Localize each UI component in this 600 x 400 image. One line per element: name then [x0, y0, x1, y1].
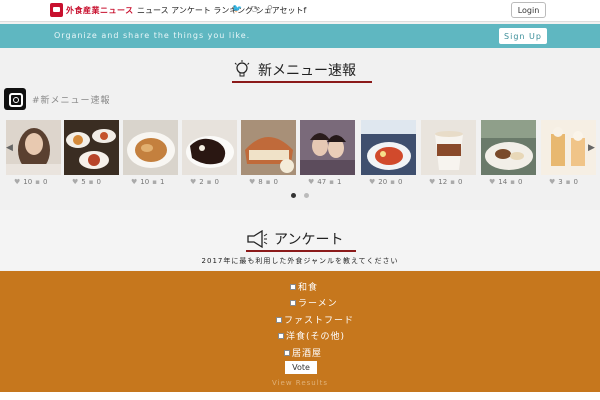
heart-icon: ♥: [549, 178, 556, 186]
signup-banner: Organize and share the things you like. …: [0, 24, 600, 48]
option-checkbox[interactable]: [284, 349, 290, 356]
post-stats: ♥ 2 ▪ 0: [190, 178, 219, 186]
comment-icon: ▪: [35, 178, 40, 186]
poll-option[interactable]: 居酒屋: [284, 346, 322, 359]
post-stats: ♥ 12 ▪ 0: [429, 178, 463, 186]
heart-icon: ♥: [14, 178, 21, 186]
instagram-icon[interactable]: [4, 88, 26, 110]
arrow-left-icon[interactable]: ◀: [6, 143, 16, 153]
post-stats: ♥ 20 ▪ 0: [369, 178, 403, 186]
rss-icon[interactable]: ◔: [251, 4, 258, 13]
carousel-dots: [291, 193, 309, 198]
option-checkbox[interactable]: [278, 332, 284, 339]
logo-text: 外食産業ニュース: [66, 5, 134, 15]
photo-7[interactable]: [361, 120, 416, 175]
comment-icon: ▪: [565, 178, 571, 186]
option-checkbox[interactable]: [276, 316, 282, 323]
survey-section-title: アンケート: [246, 229, 356, 252]
twitter-icon[interactable]: 🐦: [232, 4, 242, 13]
vote-button[interactable]: Vote: [285, 361, 317, 374]
photo-9[interactable]: [481, 120, 536, 175]
post-stats: ♥ 3 ▪ 0: [549, 178, 578, 186]
poll-option[interactable]: 洋食(その他): [278, 329, 345, 342]
hashtag-label[interactable]: #新メニュー速報: [32, 93, 111, 106]
post-stats: ♥ 10 ▪ 0: [14, 178, 48, 186]
option-checkbox[interactable]: [290, 283, 296, 290]
heart-icon: ♥: [190, 178, 197, 186]
option-checkbox[interactable]: [290, 299, 296, 306]
post-stats: ♥ 8 ▪ 0: [249, 178, 278, 186]
poll-panel: 和食 ラーメン ファストフード 洋食(その他) 居酒屋 Vote View Re…: [0, 271, 600, 392]
comment-icon: ▪: [329, 178, 334, 186]
login-button[interactable]: Login: [511, 2, 546, 18]
signup-button[interactable]: Sign Up: [499, 28, 547, 44]
search-icon[interactable]: ⚲: [267, 4, 273, 13]
site-logo[interactable]: 外食産業ニュース: [50, 3, 134, 17]
photo-6[interactable]: [300, 120, 355, 175]
carousel-dot-1[interactable]: [291, 193, 296, 198]
heart-icon: ♥: [429, 178, 436, 186]
main-nav[interactable]: ニュース アンケート ランキング シェアセットf: [137, 5, 306, 16]
post-stats: ♥ 5 ▪ 0: [72, 178, 101, 186]
bulb-icon: [234, 60, 250, 77]
arrow-right-icon[interactable]: ▶: [588, 143, 598, 153]
comment-icon: ▪: [265, 178, 271, 186]
heart-icon: ♥: [489, 178, 496, 186]
comment-icon: ▪: [88, 178, 94, 186]
comment-icon: ▪: [450, 178, 455, 186]
poll-option[interactable]: ファストフード: [276, 313, 354, 326]
instagram-header: #新メニュー速報: [4, 88, 111, 110]
poll-option[interactable]: ラーメン: [290, 296, 338, 309]
post-stats: ♥ 47 ▪ 1: [308, 178, 342, 186]
post-stats: ♥ 10 ▪ 1: [131, 178, 165, 186]
title-underline: [246, 250, 356, 252]
survey-title: アンケート: [274, 232, 344, 248]
megaphone-icon: [247, 230, 268, 248]
poll-option[interactable]: 和食: [290, 280, 318, 293]
comment-icon: ▪: [152, 178, 157, 186]
photo-2[interactable]: [64, 120, 119, 175]
nav-text[interactable]: ニュース アンケート ランキング シェアセットf: [137, 5, 306, 16]
title-underline: [232, 81, 372, 83]
view-results-link[interactable]: View Results: [0, 379, 600, 387]
heart-icon: ♥: [72, 178, 79, 186]
heart-icon: ♥: [131, 178, 138, 186]
carousel-dot-2[interactable]: [304, 193, 309, 198]
photo-4[interactable]: [182, 120, 237, 175]
photo-8[interactable]: [421, 120, 476, 175]
banner-tagline: Organize and share the things you like.: [54, 31, 251, 40]
comment-icon: ▪: [510, 178, 515, 186]
heart-icon: ♥: [249, 178, 256, 186]
comment-icon: ▪: [206, 178, 212, 186]
photo-gallery: ♥ 10 ▪ 0 ♥ 5 ▪ 0 ♥ 10 ▪ 1 ♥ 2 ▪ 0 ♥ 8 ▪ 0 ♥ 47 ▪ 1 ♥ 20 ▪ 0 ♥…: [0, 120, 600, 190]
photo-5[interactable]: [241, 120, 296, 175]
heart-icon: ♥: [308, 178, 315, 186]
page-bottom: [0, 392, 600, 400]
comment-icon: ▪: [390, 178, 395, 186]
photo-3[interactable]: [123, 120, 178, 175]
news-section-title: 新メニュー速報: [232, 60, 372, 83]
logo-icon: [50, 3, 63, 17]
survey-question: 2017年に最も利用した外食ジャンルを教えてください: [201, 257, 399, 265]
heart-icon: ♥: [369, 178, 376, 186]
news-title: 新メニュー速報: [258, 63, 356, 79]
nav-icons: 🐦 ◔ ⚲: [232, 4, 273, 13]
top-bar: 外食産業ニュース ニュース アンケート ランキング シェアセットf 🐦 ◔ ⚲ …: [0, 0, 600, 22]
post-stats: ♥ 14 ▪ 0: [489, 178, 523, 186]
